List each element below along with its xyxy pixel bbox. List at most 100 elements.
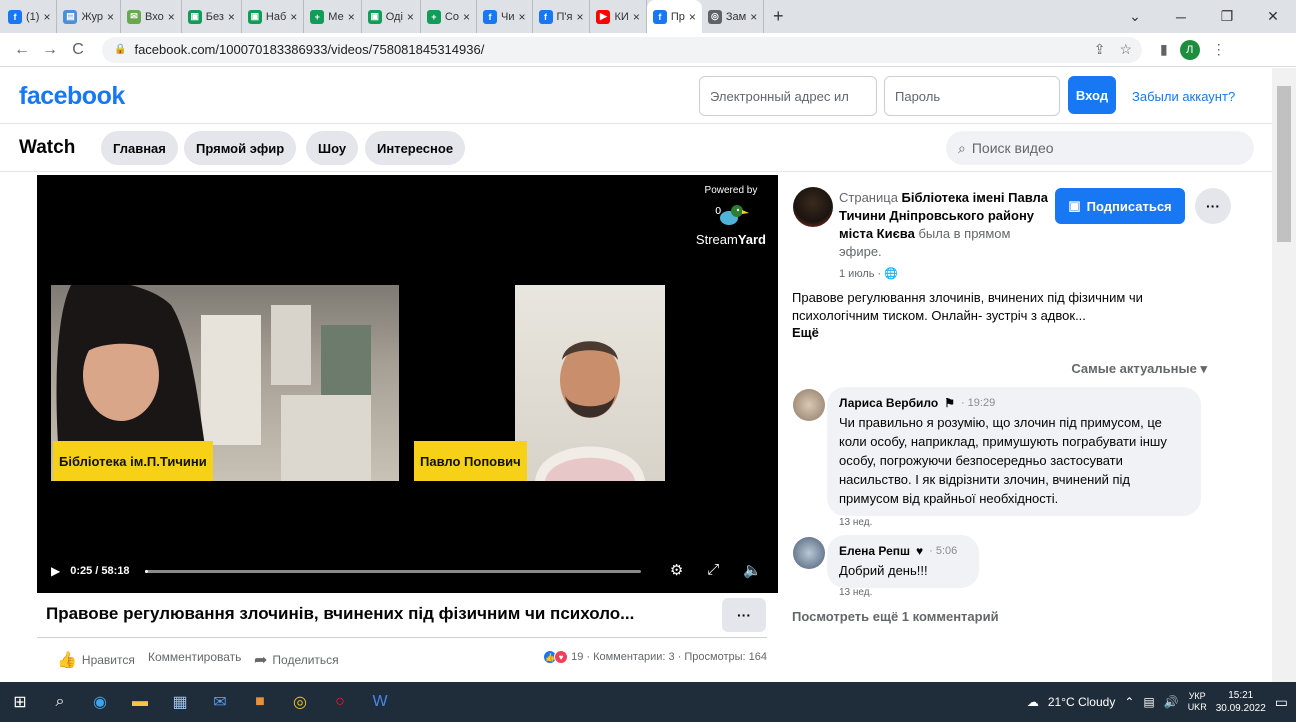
settings-gear-icon[interactable]: ⚙	[670, 561, 683, 579]
video-progress-bar[interactable]	[145, 570, 641, 573]
back-icon[interactable]: ←	[8, 41, 36, 59]
bookmark-star-icon[interactable]: ☆	[1119, 41, 1132, 58]
mail-icon[interactable]: ✉	[200, 682, 240, 722]
tab-title: (1)	[26, 10, 40, 23]
page-avatar[interactable]	[793, 187, 833, 227]
tab-close-icon[interactable]: ×	[750, 10, 757, 24]
svg-text:0: 0	[715, 206, 721, 217]
url-field[interactable]: 🔒 facebook.com/100070183386933/videos/75…	[102, 36, 1142, 63]
comment-sort-dropdown[interactable]: Самые актуальные ▾	[1071, 361, 1207, 377]
tab-close-icon[interactable]: ×	[107, 10, 114, 24]
new-tab-button[interactable]: +	[764, 0, 792, 33]
clock[interactable]: 15:21 30.09.2022	[1216, 689, 1266, 715]
profile-avatar[interactable]: Л	[1179, 39, 1200, 60]
tray-apps-icon[interactable]: ⌃	[1124, 695, 1134, 709]
scrollbar-thumb[interactable]	[1277, 86, 1291, 242]
browser-tab[interactable]: ▶ КИ ×	[590, 0, 647, 33]
email-field[interactable]: Электронный адрес ил	[699, 76, 877, 116]
notifications-icon[interactable]: ▭	[1275, 694, 1288, 711]
comment-age[interactable]: 13 нед.	[839, 517, 872, 528]
comment-time[interactable]: · 19:29	[961, 395, 995, 411]
volume-icon[interactable]: 🔊	[1164, 695, 1179, 709]
page-scrollbar[interactable]	[1272, 68, 1296, 682]
see-more-comments-link[interactable]: Посмотреть ещё 1 комментарий	[792, 609, 999, 624]
tab-close-icon[interactable]: ×	[290, 10, 297, 24]
video-player[interactable]: Powered by 0 StreamYard Бібліотека ім.П.…	[37, 175, 778, 593]
tab-search-chevron-icon[interactable]: ⌄	[1112, 0, 1158, 33]
mute-speaker-icon[interactable]: 🔈	[743, 561, 762, 579]
post-more-button[interactable]: ···	[1195, 188, 1231, 224]
reload-icon[interactable]: C	[64, 41, 92, 59]
tab-close-icon[interactable]: ×	[407, 10, 414, 24]
comment-age[interactable]: 13 нед.	[839, 587, 872, 598]
tab-close-icon[interactable]: ×	[463, 10, 470, 24]
see-more-link[interactable]: Ещё	[792, 325, 819, 340]
browser-tab[interactable]: ▤ Жур ×	[57, 0, 122, 33]
edge-browser-icon[interactable]: ◉	[80, 682, 120, 722]
browser-tab[interactable]: f Чи ×	[477, 0, 533, 33]
tab-close-icon[interactable]: ×	[43, 10, 50, 24]
tab-explore[interactable]: Интересное	[365, 131, 466, 165]
store-icon[interactable]: ▦	[160, 682, 200, 722]
browser-tab[interactable]: ✉ Вхо ×	[121, 0, 182, 33]
media-player-icon[interactable]: ■	[240, 682, 280, 722]
play-icon[interactable]: ▶	[51, 564, 60, 578]
login-button[interactable]: Вход	[1068, 76, 1116, 114]
tab-close-icon[interactable]: ×	[576, 10, 583, 24]
password-field[interactable]: Пароль	[884, 76, 1060, 116]
forgot-account-link[interactable]: Забыли аккаунт?	[1132, 89, 1235, 104]
language-indicator[interactable]: УКР UKR	[1188, 691, 1207, 713]
network-icon[interactable]: ▤	[1143, 695, 1154, 709]
like-button[interactable]: 👍 Нравится	[57, 650, 135, 670]
tab-live[interactable]: Прямой эфир	[184, 131, 297, 165]
facebook-logo[interactable]: facebook	[19, 82, 125, 111]
weather-text[interactable]: 21°C Cloudy	[1048, 695, 1116, 709]
tab-close-icon[interactable]: ×	[633, 10, 640, 24]
browser-tab[interactable]: f Пр ×	[646, 0, 702, 33]
comment-avatar[interactable]	[793, 389, 825, 421]
browser-tab[interactable]: ▣ Без ×	[182, 0, 242, 33]
post-side-panel: Страница Бібліотека імені Павла Тичини Д…	[781, 175, 1251, 675]
comment-author[interactable]: Елена Репш	[839, 543, 910, 559]
video-search-input[interactable]: ⌕ Поиск видео	[946, 131, 1254, 165]
comment-avatar[interactable]	[793, 537, 825, 569]
browser-tab[interactable]: f П'я ×	[533, 0, 591, 33]
browser-tab[interactable]: ▣ Оді ×	[362, 0, 421, 33]
windows-start-icon[interactable]: ⊞	[0, 682, 40, 722]
tab-shows[interactable]: Шоу	[306, 131, 359, 165]
word-icon[interactable]: W	[360, 682, 400, 722]
close-window-icon[interactable]: ✕	[1250, 0, 1296, 33]
tab-close-icon[interactable]: ×	[348, 10, 355, 24]
page-prefix: Страница	[839, 190, 902, 205]
subscribe-button[interactable]: ▣ Подписаться	[1055, 188, 1185, 224]
comment-author[interactable]: Лариса Вербило	[839, 395, 938, 411]
browser-tab[interactable]: + Co ×	[421, 0, 477, 33]
browser-tab[interactable]: + Ме ×	[304, 0, 362, 33]
browser-menu-icon[interactable]: ⋮	[1212, 41, 1226, 58]
fullscreen-icon[interactable]: ⤢	[707, 561, 719, 579]
reaction-count[interactable]: 19	[571, 651, 583, 663]
browser-tab[interactable]: ◎ Зам ×	[702, 0, 765, 33]
tab-close-icon[interactable]: ×	[228, 10, 235, 24]
search-icon[interactable]: ⌕	[40, 682, 80, 722]
share-button[interactable]: ➦ Поделиться	[254, 650, 339, 670]
opera-icon[interactable]: ○	[320, 682, 360, 722]
chrome-icon[interactable]: ◎	[280, 682, 320, 722]
post-date-text[interactable]: 1 июль ·	[839, 268, 881, 280]
side-panel-icon[interactable]: ▮	[1160, 41, 1168, 58]
tab-home[interactable]: Главная	[101, 131, 178, 165]
minimize-icon[interactable]: ─	[1158, 0, 1204, 33]
video-action-bar: 👍 Нравится Комментировать ➦ Поделиться 👍 ♥…	[37, 637, 767, 677]
tab-close-icon[interactable]: ×	[168, 10, 175, 24]
share-page-icon[interactable]: ⇪	[1094, 41, 1106, 58]
forward-icon[interactable]: →	[36, 41, 64, 59]
restore-icon[interactable]: ❐	[1204, 0, 1250, 33]
comment-time[interactable]: · 5:06	[929, 543, 957, 559]
video-more-button[interactable]: ···	[722, 598, 766, 632]
tab-close-icon[interactable]: ×	[689, 10, 696, 24]
file-explorer-icon[interactable]: ▬	[120, 682, 160, 722]
browser-tab[interactable]: ▣ Наб ×	[242, 0, 305, 33]
comment-button[interactable]: Комментировать	[148, 650, 241, 664]
browser-tab[interactable]: f (1) ×	[0, 0, 58, 33]
tab-close-icon[interactable]: ×	[518, 10, 525, 24]
